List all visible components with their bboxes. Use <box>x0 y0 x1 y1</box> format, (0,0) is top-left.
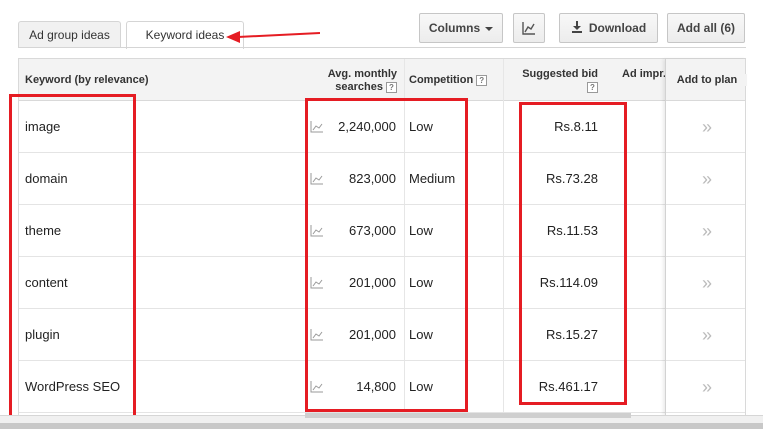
columns-label: Columns <box>428 21 481 35</box>
download-icon <box>571 21 582 34</box>
header-keyword[interactable]: Keyword (by relevance) <box>25 74 149 86</box>
header-suggested-bid-label: Suggested bid <box>522 68 598 80</box>
columns-button[interactable]: Columns <box>419 13 503 43</box>
chevron-down-icon <box>485 26 494 31</box>
add-to-plan-button[interactable]: » <box>667 361 747 413</box>
help-icon[interactable]: ? <box>386 81 397 93</box>
highlight-keyword-column <box>9 94 136 419</box>
add-to-plan-button[interactable]: » <box>667 153 747 205</box>
header-ad-impressions[interactable]: Ad impr. <box>622 68 666 80</box>
add-to-plan-button[interactable]: » <box>667 257 747 309</box>
help-icon[interactable]: ? <box>476 74 488 86</box>
header-competition[interactable]: Competition? <box>409 74 488 86</box>
help-icon[interactable]: ? <box>587 81 598 93</box>
header-avg-line2: searches <box>335 81 383 93</box>
download-button[interactable]: Download <box>559 13 658 43</box>
download-label: Download <box>588 21 647 35</box>
add-all-button[interactable]: Add all (6) <box>667 13 745 43</box>
header-avg-monthly-searches[interactable]: Avg. monthly searches? <box>319 68 397 94</box>
add-to-plan-button[interactable]: » <box>667 205 747 257</box>
add-to-plan-button[interactable]: » <box>667 101 747 153</box>
header-competition-label: Competition <box>409 74 474 86</box>
highlight-suggested-bid <box>519 102 627 405</box>
header-suggested-bid[interactable]: Suggested bid ? <box>514 68 598 94</box>
tab-ad-group-ideas[interactable]: Ad group ideas <box>18 21 121 48</box>
highlight-searches-competition <box>305 98 468 412</box>
chart-button[interactable] <box>513 13 545 43</box>
add-to-plan-button[interactable]: » <box>667 309 747 361</box>
line-chart-icon <box>522 21 535 35</box>
red-arrow-annotation-icon <box>226 31 320 43</box>
header-avg-line1: Avg. monthly <box>327 68 397 80</box>
bottom-scroll-strip <box>0 423 763 429</box>
scrollbar-thumb[interactable] <box>305 413 631 418</box>
tab-divider <box>18 47 746 48</box>
